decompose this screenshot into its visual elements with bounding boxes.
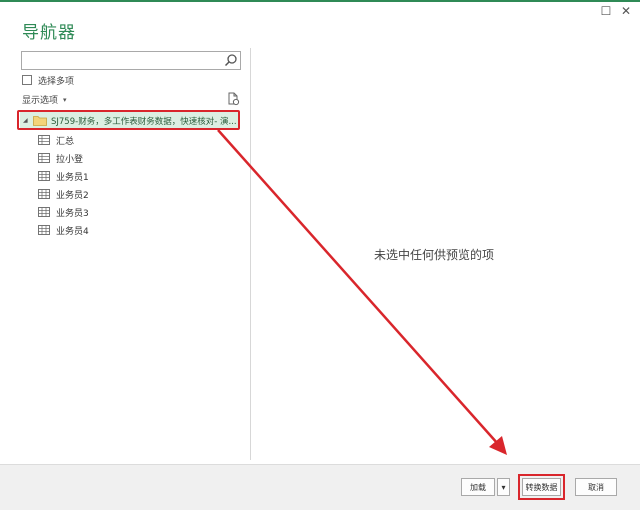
search-input[interactable] xyxy=(21,51,241,70)
table-icon xyxy=(38,225,50,235)
sheet-icon xyxy=(38,135,50,145)
table-icon xyxy=(38,207,50,217)
sheet-icon xyxy=(38,153,50,163)
tree-item-salesperson-4[interactable]: 业务员4 xyxy=(38,223,89,237)
tree-item-label: 汇总 xyxy=(56,136,75,147)
annotation-arrow xyxy=(217,129,507,455)
tree-item-label: 业务员2 xyxy=(56,190,89,201)
cancel-button[interactable]: 取消 xyxy=(575,478,617,496)
table-icon xyxy=(38,171,50,181)
search-icon[interactable] xyxy=(224,53,238,67)
window-top-border xyxy=(0,0,640,2)
tree-item-label: 业务员4 xyxy=(56,226,89,237)
tree-item-label: 拉小登 xyxy=(56,154,84,165)
multi-select-option[interactable]: 选择多项 xyxy=(22,73,74,87)
close-button[interactable]: ✕ xyxy=(619,4,633,18)
load-button[interactable]: 加载 xyxy=(461,478,495,496)
tree-item-label: 业务员1 xyxy=(56,172,89,183)
chevron-down-icon: ▾ xyxy=(63,95,67,104)
tree-item-summary[interactable]: 汇总 xyxy=(38,133,74,147)
display-options-label: 显示选项 xyxy=(22,96,59,106)
annotation-highlight-box xyxy=(518,474,565,500)
annotation-highlight-box xyxy=(17,110,240,130)
tree-item-salesperson-3[interactable]: 业务员3 xyxy=(38,205,89,219)
tree-item-salesperson-1[interactable]: 业务员1 xyxy=(38,169,89,183)
chevron-down-icon: ▾ xyxy=(501,482,506,492)
load-dropdown-button[interactable]: ▾ xyxy=(497,478,510,496)
pane-splitter[interactable] xyxy=(250,48,251,460)
table-icon xyxy=(38,189,50,199)
navigator-title: 导航器 xyxy=(22,23,76,43)
refresh-icon[interactable] xyxy=(226,92,240,106)
maximize-button[interactable]: ☐ xyxy=(599,4,613,18)
multi-select-checkbox[interactable] xyxy=(22,75,32,85)
tree-item-laxiaodeng[interactable]: 拉小登 xyxy=(38,151,83,165)
tree-item-salesperson-2[interactable]: 业务员2 xyxy=(38,187,89,201)
preview-empty-message: 未选中任何供预览的项 xyxy=(374,248,495,262)
multi-select-label: 选择多项 xyxy=(38,76,75,87)
display-options-dropdown[interactable]: 显示选项 ▾ xyxy=(22,93,67,107)
tree-item-label: 业务员3 xyxy=(56,208,89,219)
